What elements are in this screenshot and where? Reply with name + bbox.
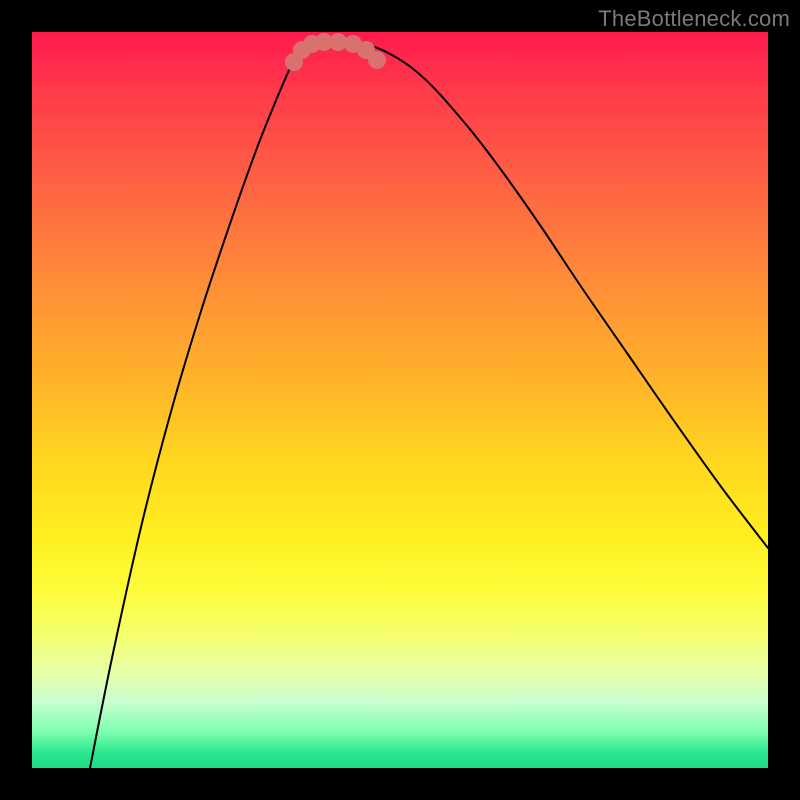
bottleneck-curve (90, 40, 768, 768)
watermark-text: TheBottleneck.com (598, 6, 790, 32)
chart-frame: TheBottleneck.com (0, 0, 800, 800)
valley-marker-group (285, 33, 386, 71)
valley-marker-dot (368, 51, 386, 69)
chart-overlay (32, 32, 768, 768)
